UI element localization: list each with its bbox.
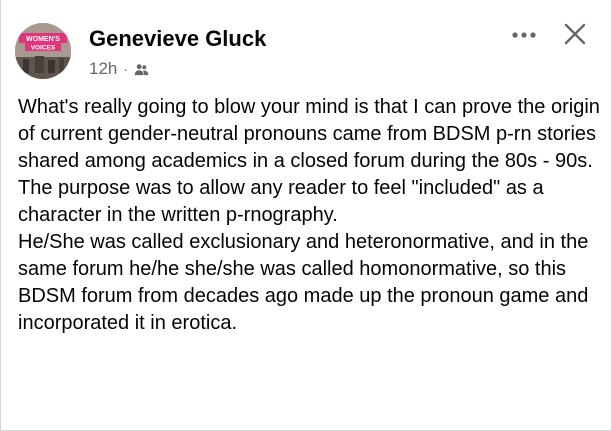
close-icon bbox=[564, 23, 586, 45]
post-body: What's really going to blow your mind is… bbox=[18, 94, 603, 337]
post-timestamp[interactable]: 12h bbox=[89, 59, 117, 79]
close-button[interactable] bbox=[558, 17, 592, 51]
friends-icon[interactable] bbox=[134, 62, 149, 77]
logo-text-line2: VOICES bbox=[31, 45, 56, 52]
womens-voices-logo: WOMEN'S VOICES bbox=[15, 23, 71, 79]
more-options-button[interactable] bbox=[509, 20, 539, 50]
post-paragraph-2: He/She was called exclusionary and heter… bbox=[18, 231, 589, 334]
facebook-post: WOMEN'S VOICES Genevieve Gluck 12h · Wha… bbox=[0, 0, 612, 431]
post-meta: 12h · bbox=[89, 58, 149, 80]
meta-separator: · bbox=[123, 61, 129, 77]
author-name[interactable]: Genevieve Gluck bbox=[89, 26, 266, 52]
logo-text-line1: WOMEN'S bbox=[26, 36, 60, 43]
more-options-icon bbox=[512, 32, 536, 38]
avatar[interactable]: WOMEN'S VOICES bbox=[15, 23, 71, 79]
post-paragraph-1: What's really going to blow your mind is… bbox=[18, 96, 600, 226]
